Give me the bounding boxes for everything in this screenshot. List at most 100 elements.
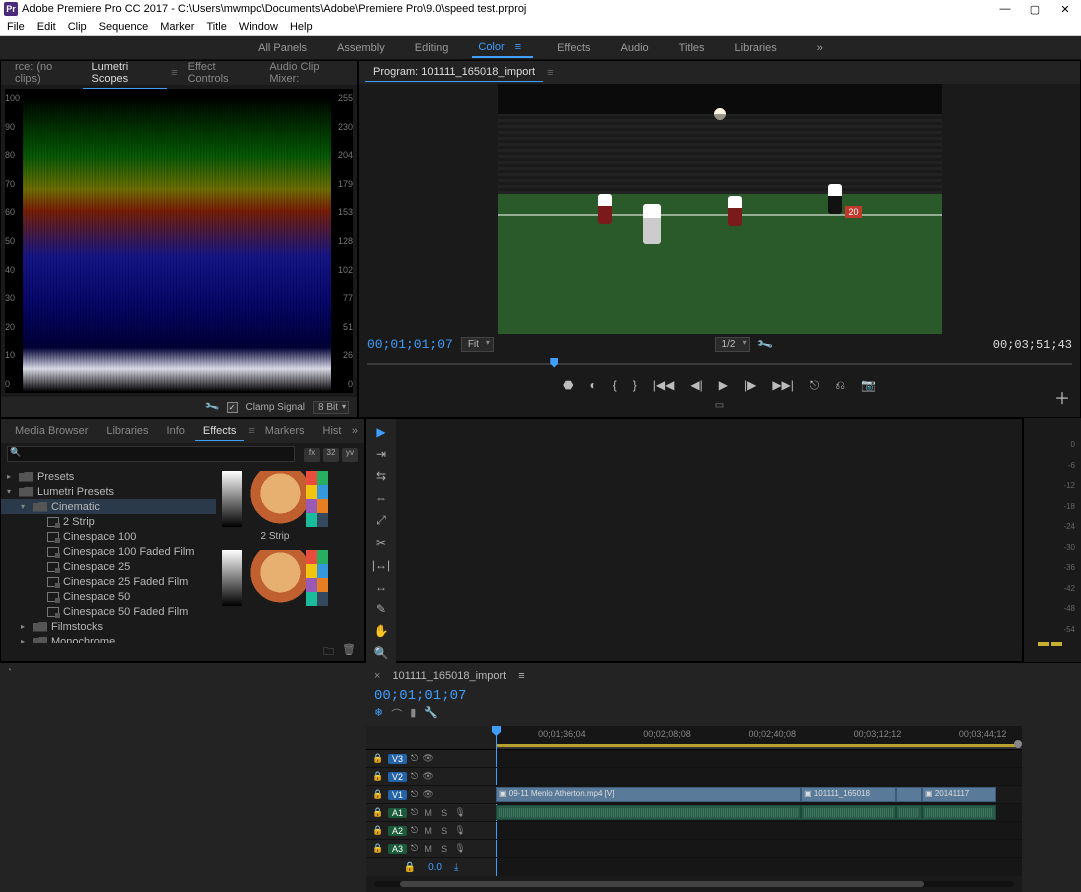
workspace-assembly[interactable]: Assembly bbox=[331, 39, 391, 57]
tab-markers[interactable]: Markers bbox=[257, 422, 313, 440]
sync-lock-icon[interactable]: ⎋ bbox=[411, 807, 418, 818]
delete-icon[interactable]: 🗑 bbox=[342, 643, 356, 661]
menu-title[interactable]: Title bbox=[201, 20, 231, 34]
fit-combo[interactable]: Fit bbox=[461, 337, 494, 352]
tree-item[interactable]: ▾Lumetri Presets bbox=[1, 484, 216, 499]
tab-effect-controls[interactable]: Effect Controls bbox=[180, 58, 260, 88]
track-head-a2[interactable]: 🔒A2⎋MS🎙 bbox=[366, 822, 496, 840]
maximize-button[interactable]: ▢ bbox=[1029, 3, 1041, 16]
video-clip[interactable]: ▣ 09-11 Menlo Atherton.mp4 [V] bbox=[496, 787, 801, 802]
tab-audio-clip-mixer-[interactable]: Audio Clip Mixer: bbox=[261, 58, 351, 88]
track-head-v2[interactable]: 🔒V2⎋👁 bbox=[366, 768, 496, 786]
track-head-a3[interactable]: 🔒A3⎋MS🎙 bbox=[366, 840, 496, 858]
record-icon[interactable]: 🎙 bbox=[454, 825, 466, 836]
ripple-tool-icon[interactable]: ⇆ bbox=[376, 469, 386, 483]
export-frame-icon[interactable]: 📷 bbox=[861, 378, 876, 392]
tree-item[interactable]: Cinespace 25 Faded Film bbox=[1, 574, 216, 589]
lock-icon[interactable]: 🔒 bbox=[372, 789, 384, 800]
panel-menu-icon[interactable]: ≡ bbox=[547, 67, 553, 79]
workspace-effects[interactable]: Effects bbox=[551, 39, 596, 57]
track-v3[interactable] bbox=[496, 750, 1022, 768]
track-v1[interactable]: ▣ 09-11 Menlo Atherton.mp4 [V]▣ 101111_1… bbox=[496, 786, 1022, 804]
lock-icon[interactable]: 🔒 bbox=[372, 753, 384, 764]
playhead-icon[interactable] bbox=[550, 358, 558, 368]
sync-lock-icon[interactable]: ⎋ bbox=[411, 789, 418, 800]
mute-button[interactable]: M bbox=[422, 826, 434, 836]
tab-rce-no-clips-[interactable]: rce: (no clips) bbox=[7, 58, 81, 88]
effects-tree[interactable]: ▸Presets▾Lumetri Presets▾Cinematic2 Stri… bbox=[1, 465, 216, 643]
audio-clip[interactable] bbox=[896, 805, 922, 820]
panel-menu-icon[interactable]: ≡ bbox=[248, 425, 254, 437]
sync-lock-icon[interactable]: ⎋ bbox=[411, 753, 418, 764]
record-icon[interactable]: 🎙 bbox=[454, 807, 466, 818]
goto-out-icon[interactable]: ▶▶| bbox=[772, 378, 794, 392]
workspace-libraries[interactable]: Libraries bbox=[729, 39, 783, 57]
eye-icon[interactable]: 👁 bbox=[422, 771, 434, 782]
track-a2[interactable] bbox=[496, 822, 1022, 840]
menu-clip[interactable]: Clip bbox=[63, 20, 92, 34]
tab-hist[interactable]: Hist bbox=[315, 422, 350, 440]
lock-icon[interactable]: 🔒 bbox=[372, 825, 384, 836]
tree-item[interactable]: Cinespace 50 Faded Film bbox=[1, 604, 216, 619]
tree-item[interactable]: Cinespace 100 bbox=[1, 529, 216, 544]
video-clip[interactable]: ▣ 20141117 bbox=[922, 787, 996, 802]
minimize-button[interactable]: — bbox=[999, 3, 1011, 16]
track-head-a1[interactable]: 🔒A1⎋MS🎙 bbox=[366, 804, 496, 822]
preset-thumb[interactable] bbox=[222, 550, 328, 606]
track-label[interactable]: V1 bbox=[388, 790, 407, 800]
master-lock-icon[interactable]: 🔒 bbox=[404, 862, 416, 873]
eye-icon[interactable]: 👁 bbox=[422, 789, 434, 800]
audio-clip[interactable] bbox=[496, 805, 801, 820]
preset-thumb[interactable]: 2 Strip bbox=[222, 471, 328, 542]
lock-icon[interactable]: 🔒 bbox=[372, 771, 384, 782]
close-nest-icon[interactable]: × bbox=[374, 670, 380, 682]
linked-selection-icon[interactable]: ⌒ bbox=[391, 706, 402, 722]
workspace-color[interactable]: Color≡ bbox=[472, 38, 533, 58]
bitdepth-combo[interactable]: 8 Bit▾ bbox=[313, 401, 349, 414]
panel-overflow-icon[interactable]: » bbox=[352, 425, 358, 437]
goto-in-icon[interactable]: |◀◀ bbox=[653, 378, 675, 392]
workspace-audio[interactable]: Audio bbox=[615, 39, 655, 57]
record-icon[interactable]: 🎙 bbox=[454, 843, 466, 854]
workspace-all-panels[interactable]: All Panels bbox=[252, 39, 313, 57]
tree-item[interactable]: ▾Cinematic bbox=[1, 499, 216, 514]
track-label[interactable]: V3 bbox=[388, 754, 407, 764]
sync-lock-icon[interactable]: ⎋ bbox=[411, 843, 418, 854]
track-label[interactable]: A1 bbox=[388, 808, 407, 818]
rolling-tool-icon[interactable]: ⇔ bbox=[375, 491, 387, 505]
mark-in-icon[interactable]: ◐ bbox=[590, 378, 597, 392]
track-master[interactable] bbox=[496, 858, 1022, 876]
track-a1[interactable] bbox=[496, 804, 1022, 822]
tab-info[interactable]: Info bbox=[159, 422, 193, 440]
lock-icon[interactable]: 🔒 bbox=[372, 843, 384, 854]
step-fwd-icon[interactable]: |▶ bbox=[744, 378, 756, 392]
mute-button[interactable]: M bbox=[422, 808, 434, 818]
panel-menu-icon[interactable]: ≡ bbox=[171, 67, 177, 79]
safe-margins-icon[interactable]: ▭ bbox=[359, 400, 1080, 417]
menu-file[interactable]: File bbox=[2, 20, 30, 34]
workspace-editing[interactable]: Editing bbox=[409, 39, 455, 57]
video-clip[interactable]: ▣ 101111_165018 bbox=[801, 787, 896, 802]
tab-effects[interactable]: Effects bbox=[195, 422, 244, 441]
track-v2[interactable] bbox=[496, 768, 1022, 786]
video-clip[interactable] bbox=[896, 787, 922, 802]
play-icon[interactable]: ▶ bbox=[719, 378, 728, 392]
master-out-icon[interactable]: ⤓ bbox=[454, 862, 458, 873]
solo-button[interactable]: S bbox=[438, 808, 450, 818]
zoom-tool-icon[interactable]: 🔍 bbox=[374, 646, 389, 660]
new-bin-icon[interactable]: 🗀 bbox=[323, 643, 334, 661]
menu-window[interactable]: Window bbox=[234, 20, 283, 34]
track-label[interactable]: A2 bbox=[388, 826, 407, 836]
menu-help[interactable]: Help bbox=[285, 20, 318, 34]
tree-item[interactable]: Cinespace 100 Faded Film bbox=[1, 544, 216, 559]
menu-marker[interactable]: Marker bbox=[155, 20, 199, 34]
marker-add-icon[interactable]: ⬣ bbox=[563, 378, 573, 392]
filter-fx-icon[interactable]: fx bbox=[304, 448, 320, 462]
menu-edit[interactable]: Edit bbox=[32, 20, 61, 34]
tree-item[interactable]: ▸Monochrome bbox=[1, 634, 216, 643]
workspace-titles[interactable]: Titles bbox=[673, 39, 711, 57]
wrench-icon[interactable]: 🔧 bbox=[204, 399, 220, 415]
extract-icon[interactable]: ⎌ bbox=[835, 378, 845, 393]
timeline-tracks[interactable]: 00;01;36;0400;02;08;0800;02;40;0800;03;1… bbox=[496, 726, 1022, 876]
program-current-tc[interactable]: 00;01;01;07 bbox=[367, 337, 453, 352]
